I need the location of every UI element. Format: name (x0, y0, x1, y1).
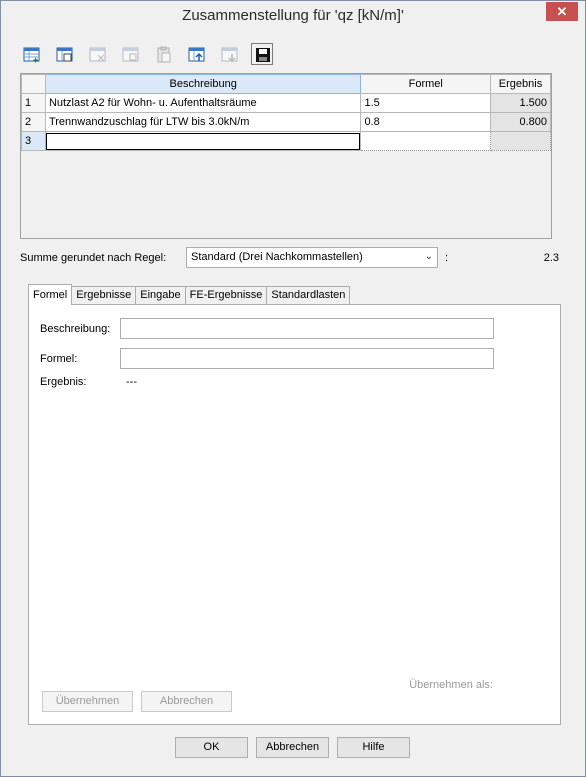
description-cell-active[interactable] (44, 131, 362, 151)
tab-fe-ergebnisse[interactable]: FE-Ergebnisse (184, 286, 268, 305)
insert-row-button[interactable]: + (20, 43, 42, 65)
row-number[interactable]: 2 (21, 112, 46, 132)
ok-button[interactable]: OK (175, 737, 248, 758)
row-number[interactable]: 3 (21, 131, 46, 151)
description-cell[interactable]: Nutzlast A2 für Wohn- u. Aufenthaltsräum… (44, 93, 362, 113)
table-row[interactable]: 2 Trennwandzuschlag für LTW bis 3.0kN/m … (21, 112, 551, 132)
delete-row-icon (89, 47, 106, 62)
result-cell (490, 131, 551, 151)
rounding-rule-select[interactable]: Standard (Drei Nachkommastellen) ⌄ (186, 247, 438, 268)
sum-colon: : (445, 252, 449, 264)
cut-icon (122, 47, 139, 62)
close-button[interactable]: ✕ (546, 2, 578, 21)
table-header-row: Beschreibung Formel Ergebnis (21, 74, 551, 94)
column-header-description[interactable]: Beschreibung (44, 74, 362, 94)
sum-value: 2.3 (543, 252, 559, 264)
formula-table: Beschreibung Formel Ergebnis 1 Nutzlast … (21, 74, 551, 151)
table-row[interactable]: 1 Nutzlast A2 für Wohn- u. Aufenthaltsrä… (21, 93, 551, 113)
formula-label: Formel: (40, 353, 78, 365)
paste-icon (157, 46, 171, 63)
formula-grid: Beschreibung Formel Ergebnis 1 Nutzlast … (20, 73, 552, 239)
tab-ergebnisse[interactable]: Ergebnisse (71, 286, 137, 305)
result-value: --- (126, 376, 137, 388)
accept-as-label: Übernehmen als: (409, 679, 493, 691)
result-cell: 0.800 (490, 112, 551, 132)
save-icon (256, 48, 270, 62)
tab-eingabe[interactable]: Eingabe (135, 286, 186, 305)
paste-button[interactable] (152, 43, 174, 65)
title-bar: Zusammenstellung für 'qz [kN/m]' ✕ (1, 1, 585, 32)
description-label: Beschreibung: (40, 323, 111, 335)
description-cell[interactable]: Trennwandzuschlag für LTW bis 3.0kN/m (44, 112, 362, 132)
rounding-rule-value: Standard (Drei Nachkommastellen) (191, 251, 363, 263)
tab-formel[interactable]: Formel (28, 284, 73, 305)
window-title: Zusammenstellung für 'qz [kN/m]' (182, 7, 404, 24)
help-button[interactable]: Hilfe (337, 737, 410, 758)
result-cell: 1.500 (490, 93, 551, 113)
move-down-icon (221, 47, 238, 63)
tab-standardlasten[interactable]: Standardlasten (266, 286, 351, 305)
table-row[interactable]: 3 (21, 131, 551, 151)
delete-row-button[interactable] (86, 43, 108, 65)
sum-rule-label: Summe gerundet nach Regel: (20, 252, 167, 264)
chevron-down-icon: ⌄ (424, 251, 433, 262)
formula-cell[interactable]: 0.8 (360, 112, 492, 132)
move-up-button[interactable] (185, 43, 207, 65)
description-input[interactable] (120, 318, 494, 339)
corner-cell[interactable] (21, 74, 46, 94)
cut-button[interactable] (119, 43, 141, 65)
row-number[interactable]: 1 (21, 93, 46, 113)
move-down-button[interactable] (218, 43, 240, 65)
panel-cancel-button[interactable]: Abbrechen (141, 691, 232, 712)
formula-cell[interactable]: 1.5 (360, 93, 492, 113)
formula-input[interactable] (120, 348, 494, 369)
copy-row-button[interactable] (53, 43, 75, 65)
cancel-button[interactable]: Abbrechen (256, 737, 329, 758)
result-label: Ergebnis: (40, 376, 87, 388)
insert-row-icon: + (23, 47, 40, 64)
toolbar: + (20, 43, 284, 67)
column-header-formula[interactable]: Formel (360, 74, 492, 94)
dialog-window: Zusammenstellung für 'qz [kN/m]' ✕ + Bes… (0, 0, 586, 777)
accept-button[interactable]: Übernehmen (42, 691, 133, 712)
save-button[interactable] (251, 43, 273, 65)
copy-row-icon (56, 47, 73, 62)
column-header-result[interactable]: Ergebnis (490, 74, 551, 94)
tab-strip: Formel Ergebnisse Eingabe FE-Ergebnisse … (28, 284, 351, 305)
svg-text:+: + (33, 55, 38, 64)
formula-cell[interactable] (360, 131, 492, 151)
move-up-icon (188, 47, 205, 62)
formel-tab-panel: Beschreibung: Formel: Ergebnis: --- Über… (28, 304, 561, 725)
